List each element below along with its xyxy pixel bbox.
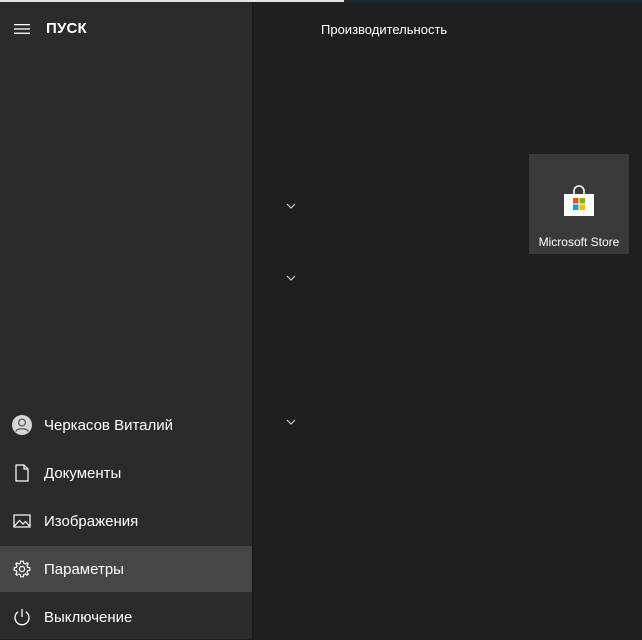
power-icon bbox=[0, 594, 44, 640]
chevron-down-icon[interactable] bbox=[284, 417, 298, 427]
menu-item-label: Документы bbox=[44, 464, 122, 482]
menu-item-label: Изображения bbox=[44, 512, 139, 530]
tile-group-title[interactable]: Производительность bbox=[321, 22, 447, 37]
menu-item-images[interactable]: Изображения bbox=[0, 498, 252, 544]
menu-item-label: Черкасов Виталий bbox=[44, 416, 174, 434]
menu-item-documents[interactable]: Документы bbox=[0, 450, 252, 496]
menu-item-power[interactable]: Выключение bbox=[0, 594, 252, 640]
menu-item-label: Выключение bbox=[44, 608, 133, 626]
menu-item-user[interactable]: Черкасов Виталий bbox=[0, 402, 252, 448]
gear-icon bbox=[0, 546, 44, 592]
menu-item-settings[interactable]: Параметры bbox=[0, 546, 252, 592]
microsoft-store-icon bbox=[562, 185, 596, 222]
document-icon bbox=[0, 450, 44, 496]
hamburger-button[interactable] bbox=[6, 14, 38, 44]
start-title: ПУСК bbox=[46, 20, 87, 37]
hamburger-icon bbox=[14, 24, 30, 34]
image-icon bbox=[0, 498, 44, 544]
chevron-down-icon[interactable] bbox=[284, 201, 298, 211]
tile-label: Microsoft Store bbox=[538, 235, 620, 249]
user-avatar-icon bbox=[0, 402, 44, 448]
tile-microsoft-store[interactable]: Microsoft Store bbox=[529, 154, 629, 254]
chevron-down-icon[interactable] bbox=[284, 273, 298, 283]
menu-item-label: Параметры bbox=[44, 560, 124, 578]
pane-divider bbox=[252, 2, 254, 639]
